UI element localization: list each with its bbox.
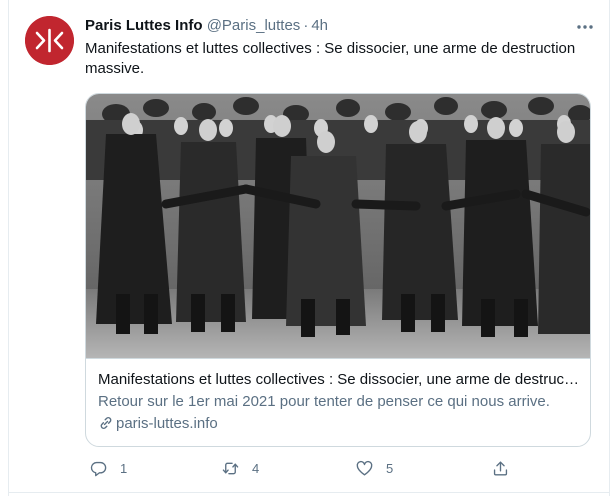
card-divider bbox=[86, 358, 590, 359]
action-bar: 1 4 5 bbox=[85, 458, 525, 478]
share-button[interactable] bbox=[491, 458, 510, 478]
card-domain[interactable]: paris-luttes.info bbox=[98, 414, 580, 434]
retweet-count: 4 bbox=[252, 460, 260, 476]
timestamp[interactable]: 4h bbox=[311, 17, 328, 34]
display-name[interactable]: Paris Luttes Info bbox=[85, 17, 203, 34]
retweet-icon bbox=[222, 462, 239, 474]
logo-icon bbox=[25, 16, 74, 65]
tweet[interactable]: Paris Luttes Info @Paris_luttes · 4h Manif… bbox=[8, 0, 610, 496]
card-description[interactable]: Retour sur le 1er mai 2021 pour tenter d… bbox=[98, 392, 580, 412]
more-horizontal-icon bbox=[577, 25, 593, 29]
more-button[interactable] bbox=[575, 16, 595, 36]
reply-button[interactable]: 1 bbox=[89, 458, 127, 478]
card-image[interactable] bbox=[86, 94, 590, 358]
tweet-divider bbox=[9, 492, 609, 493]
link-card[interactable]: Manifestations et luttes collectives : S… bbox=[85, 93, 591, 447]
card-domain-text: paris-luttes.info bbox=[116, 415, 218, 432]
reply-count: 1 bbox=[120, 460, 128, 476]
share-icon bbox=[493, 460, 508, 476]
avatar[interactable] bbox=[25, 16, 74, 65]
like-count: 5 bbox=[386, 460, 394, 476]
like-button[interactable]: 5 bbox=[355, 458, 393, 478]
separator-dot: · bbox=[303, 17, 309, 34]
card-title[interactable]: Manifestations et luttes collectives : S… bbox=[98, 370, 580, 390]
heart-icon bbox=[356, 460, 373, 476]
handle[interactable]: @Paris_luttes bbox=[207, 17, 301, 34]
link-icon bbox=[100, 417, 112, 429]
tweet-text: Manifestations et luttes collectives : S… bbox=[85, 40, 576, 77]
retweet-button[interactable]: 4 bbox=[221, 458, 259, 478]
tweet-header: Paris Luttes Info @Paris_luttes · 4h bbox=[85, 16, 595, 36]
reply-icon bbox=[90, 461, 107, 476]
